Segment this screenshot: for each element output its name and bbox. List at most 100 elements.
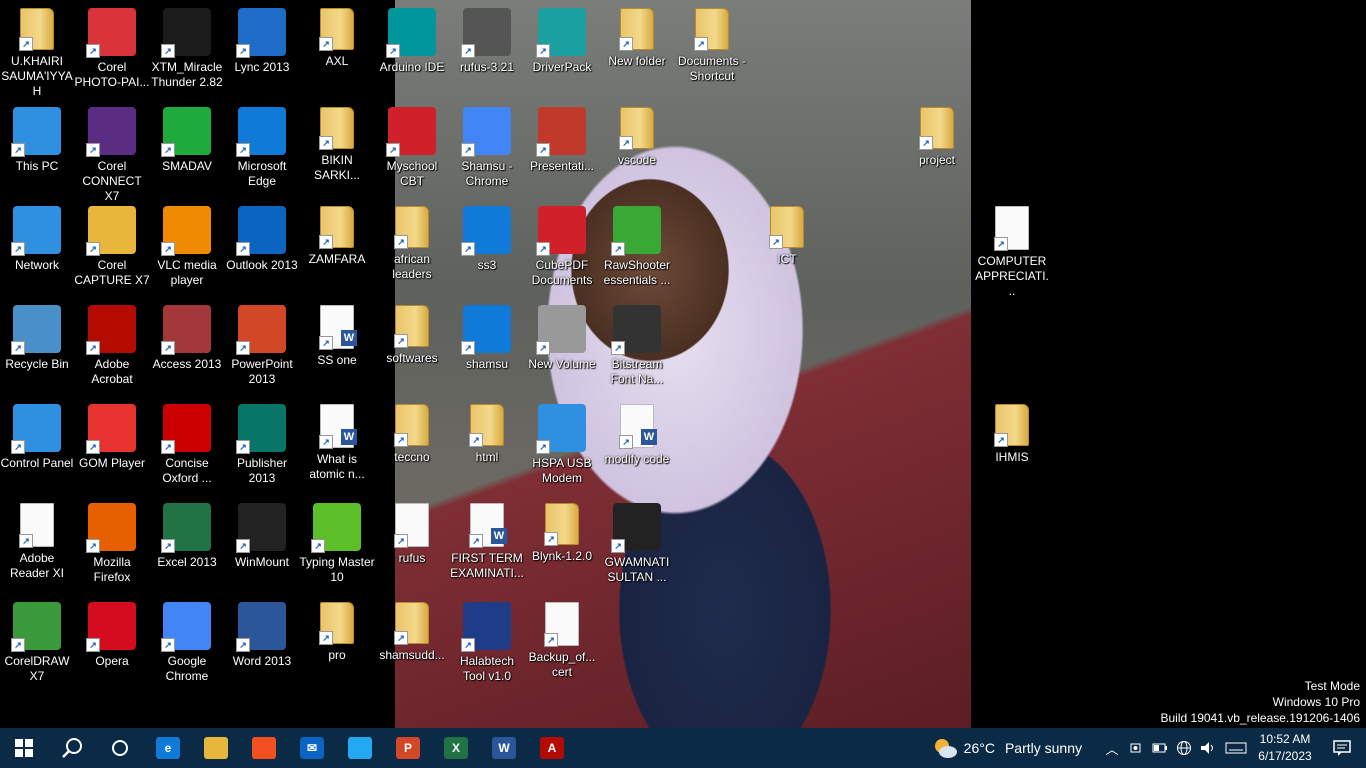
desktop-icon[interactable]: ↗ XTM_Miracle Thunder 2.82 xyxy=(149,0,225,90)
documents-folder-icon: ↗ xyxy=(694,8,729,51)
desktop-icon[interactable]: ↗ ss3 xyxy=(449,198,525,273)
desktop-icon[interactable]: ↗ Excel 2013 xyxy=(149,495,225,570)
taskbar-app-button[interactable]: e xyxy=(144,728,192,768)
desktop-icon[interactable]: ↗ vscode xyxy=(599,99,675,168)
desktop-icon[interactable]: ↗ Microsoft Edge xyxy=(224,99,300,189)
desktop-icon[interactable]: ↗ SMADAV xyxy=(149,99,225,174)
desktop-icon[interactable]: W ↗ modify code xyxy=(599,396,675,467)
desktop-icon[interactable]: ↗ Access 2013 xyxy=(149,297,225,372)
desktop-icon[interactable]: ↗ Opera xyxy=(74,594,150,669)
desktop-icon[interactable]: ↗ project xyxy=(899,99,975,168)
start-button[interactable] xyxy=(0,728,48,768)
desktop-icon[interactable]: ↗ rufus-3.21 xyxy=(449,0,525,75)
desktop-icon[interactable]: ↗ Myschool CBT xyxy=(374,99,450,189)
taskbar-app-button[interactable]: ✉ xyxy=(288,728,336,768)
desktop-icon[interactable]: ↗ This PC xyxy=(0,99,75,174)
shortcut-arrow-icon: ↗ xyxy=(536,44,550,58)
desktop-icon[interactable]: ↗ Corel PHOTO-PAI... xyxy=(74,0,150,90)
desktop-icon[interactable]: ↗ pro xyxy=(299,594,375,663)
desktop-icon[interactable]: ↗ RawShooter essentials ... xyxy=(599,198,675,288)
desktop-icon[interactable]: ↗ COMPUTER APPRECIATI... xyxy=(974,198,1050,299)
desktop-icon[interactable]: ↗ softwares xyxy=(374,297,450,366)
taskbar-app-button[interactable]: X xyxy=(432,728,480,768)
taskbar-app-button[interactable]: A xyxy=(528,728,576,768)
desktop-icon[interactable]: W ↗ SS one xyxy=(299,297,375,368)
desktop-icon[interactable]: ↗ Backup_of... cert xyxy=(524,594,600,680)
desktop-icon[interactable]: W ↗ What is atomic n... xyxy=(299,396,375,482)
shortcut-arrow-icon: ↗ xyxy=(161,539,175,553)
desktop-icon[interactable]: ↗ Halabtech Tool v1.0 xyxy=(449,594,525,684)
desktop-icon[interactable]: ↗ IHMIS xyxy=(974,396,1050,465)
taskbar-app-button[interactable]: P xyxy=(384,728,432,768)
taskbar-app-button[interactable] xyxy=(240,728,288,768)
desktop-icon[interactable]: ↗ Adobe Reader XI xyxy=(0,495,75,581)
desktop-icon-label: Control Panel xyxy=(0,456,74,470)
desktop-icon[interactable]: ↗ ICT xyxy=(749,198,825,267)
desktop-icon[interactable]: ↗ Presentati... xyxy=(524,99,600,174)
volume-icon[interactable] xyxy=(1196,728,1220,768)
action-center-button[interactable] xyxy=(1318,728,1366,768)
desktop-icon[interactable]: ↗ VLC media player xyxy=(149,198,225,288)
desktop-icon[interactable]: ↗ Shamsu - Chrome xyxy=(449,99,525,189)
desktop-icon[interactable]: W ↗ FIRST TERM EXAMINATI... xyxy=(449,495,525,581)
smadav-icon: ↗ xyxy=(161,107,211,157)
desktop-icon[interactable]: ↗ Arduino IDE xyxy=(374,0,450,75)
desktop-icon[interactable]: ↗ CubePDF Documents xyxy=(524,198,600,288)
desktop-icon[interactable]: ↗ teccno xyxy=(374,396,450,465)
show-hidden-icons-button[interactable]: ︿ xyxy=(1100,728,1124,768)
desktop-icon[interactable]: ↗ Google Chrome xyxy=(149,594,225,684)
desktop-icon[interactable]: ↗ Network xyxy=(0,198,75,273)
desktop-icon[interactable]: ↗ AXL xyxy=(299,0,375,69)
desktop-icon[interactable]: ↗ U.KHAIRI SAUMA'IYYA H xyxy=(0,0,75,99)
desktop-icon[interactable]: ↗ Control Panel xyxy=(0,396,75,471)
desktop-icon[interactable]: ↗ shamsu xyxy=(449,297,525,372)
taskbar-app-button[interactable] xyxy=(192,728,240,768)
desktop-icon[interactable]: ↗ Typing Master 10 xyxy=(299,495,375,585)
desktop-icon[interactable]: ↗ BIKIN SARKI... xyxy=(299,99,375,183)
desktop-icon[interactable]: ↗ GWAMNATI SULTAN ... xyxy=(599,495,675,585)
desktop-icon[interactable]: ↗ New folder xyxy=(599,0,675,69)
desktop-icon-label: Network xyxy=(14,258,59,272)
desktop-icon[interactable]: ↗ GOM Player xyxy=(74,396,150,471)
desktop-icon[interactable]: ↗ Lync 2013 xyxy=(224,0,300,75)
desktop-icon[interactable]: ↗ african leaders xyxy=(374,198,450,282)
cortana-button[interactable] xyxy=(96,728,144,768)
desktop-icon[interactable]: ↗ Bitstream Font Na... xyxy=(599,297,675,387)
desktop-icon[interactable]: ↗ CorelDRAW X7 xyxy=(0,594,75,684)
desktop-icon[interactable]: ↗ Documents - Shortcut xyxy=(674,0,750,84)
desktop-icon[interactable]: ↗ Adobe Acrobat xyxy=(74,297,150,387)
desktop-icon[interactable]: ↗ Word 2013 xyxy=(224,594,300,669)
battery-icon[interactable] xyxy=(1148,728,1172,768)
desktop-icon[interactable]: ↗ Blynk-1.2.0 xyxy=(524,495,600,564)
keyboard-icon[interactable] xyxy=(1220,728,1252,768)
clock[interactable]: 10:52 AM 6/17/2023 xyxy=(1252,731,1318,765)
desktop-icon[interactable]: ↗ html xyxy=(449,396,525,465)
desktop-icon[interactable]: ↗ PowerPoint 2013 xyxy=(224,297,300,387)
shortcut-arrow-icon: ↗ xyxy=(236,143,250,157)
taskbar: e ✉ P X W A 26°C Partly sunny ︿ 10:52 AM xyxy=(0,728,1366,768)
meet-now-icon[interactable] xyxy=(1124,728,1148,768)
excel-icon: ↗ xyxy=(161,503,211,553)
desktop-icon[interactable]: ↗ HSPA USB Modem xyxy=(524,396,600,486)
desktop-icon[interactable]: ↗ Concise Oxford ... xyxy=(149,396,225,486)
taskbar-app-button[interactable] xyxy=(336,728,384,768)
desktop-icon[interactable]: ↗ WinMount xyxy=(224,495,300,570)
desktop-icon[interactable]: ↗ rufus xyxy=(374,495,450,566)
desktop-icon[interactable]: ↗ Corel CAPTURE X7 xyxy=(74,198,150,288)
network-globe-icon[interactable] xyxy=(1172,728,1196,768)
desktop-icon[interactable]: ↗ Recycle Bin xyxy=(0,297,75,372)
desktop-icon[interactable]: ↗ DriverPack xyxy=(524,0,600,75)
firefox-icon: ↗ xyxy=(86,503,136,553)
desktop-icon[interactable]: ↗ New Volume xyxy=(524,297,600,372)
taskbar-app-button[interactable]: W xyxy=(480,728,528,768)
desktop-icon[interactable]: ↗ Outlook 2013 xyxy=(224,198,300,273)
desktop-icon[interactable]: ↗ ZAMFARA xyxy=(299,198,375,267)
desktop-icon[interactable]: ↗ Mozilla Firefox xyxy=(74,495,150,585)
search-button[interactable] xyxy=(48,728,96,768)
weather-widget[interactable]: 26°C Partly sunny xyxy=(932,737,1082,759)
desktop-icon[interactable]: ↗ Corel CONNECT X7 xyxy=(74,99,150,204)
desktop-icon[interactable]: ↗ Publisher 2013 xyxy=(224,396,300,486)
shortcut-arrow-icon: ↗ xyxy=(311,539,325,553)
desktop-icon[interactable]: ↗ shamsudd... xyxy=(374,594,450,663)
shortcut-arrow-icon: ↗ xyxy=(161,341,175,355)
